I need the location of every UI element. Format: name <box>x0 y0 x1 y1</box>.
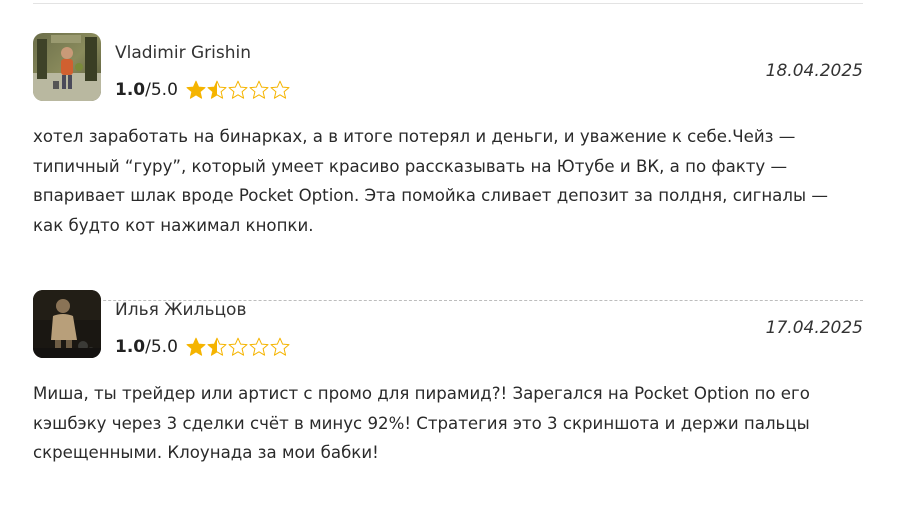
review-author: Илья Жильцов <box>115 300 247 320</box>
review-date: 18.04.2025 <box>765 61 863 81</box>
star-empty-icon <box>249 337 269 356</box>
star-rating <box>186 337 291 357</box>
avatar-photo-icon <box>33 290 101 358</box>
star-rating <box>186 80 291 100</box>
user-avatar <box>33 290 101 358</box>
star-empty-icon <box>270 337 290 356</box>
rating-row: 1.0/5.0 <box>115 78 291 102</box>
review-text: Миша, ты трейдер или артист с промо для … <box>33 384 810 462</box>
rating-row: 1.0/5.0 <box>115 335 291 359</box>
star-empty-icon <box>228 337 248 356</box>
star-empty-icon <box>228 80 248 99</box>
avatar-photo-icon <box>33 33 101 101</box>
review-text: хотел заработать на бинарках, а в итоге … <box>33 127 828 235</box>
rating-score: 1.0 <box>115 80 146 100</box>
rating-max: 5.0 <box>150 80 178 100</box>
star-half-icon <box>207 80 227 99</box>
rating-score: 1.0 <box>115 337 146 357</box>
star-empty-icon <box>270 80 290 99</box>
review-author: Vladimir Grishin <box>115 43 251 63</box>
star-empty-icon <box>249 80 269 99</box>
user-avatar <box>33 33 101 101</box>
star-full-icon <box>186 80 206 99</box>
star-full-icon <box>186 337 206 356</box>
top-divider <box>33 3 863 4</box>
review-date: 17.04.2025 <box>765 318 863 338</box>
star-half-icon <box>207 337 227 356</box>
rating-max: 5.0 <box>150 337 178 357</box>
